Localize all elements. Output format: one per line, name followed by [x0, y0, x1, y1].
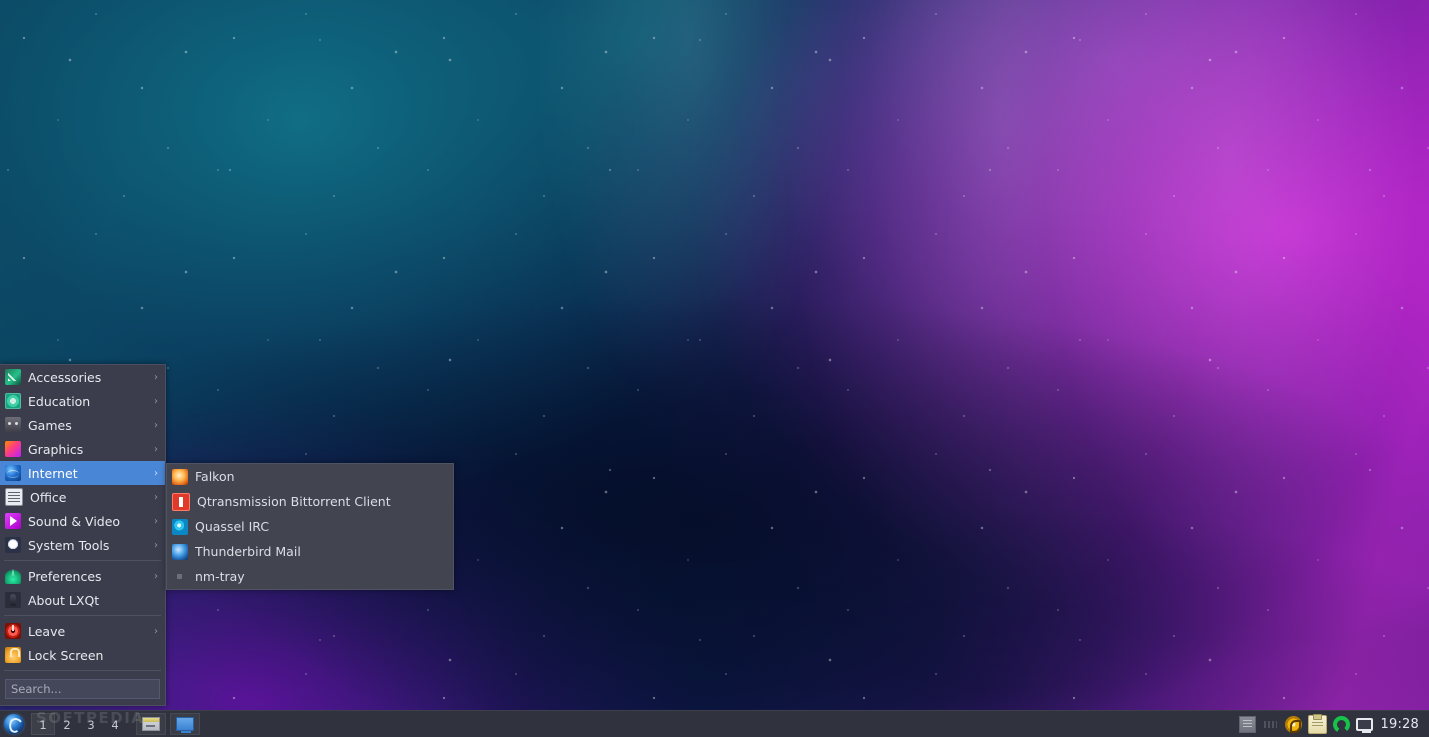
chevron-right-icon: ›	[154, 371, 158, 383]
menu-item-label: Lock Screen	[28, 647, 104, 663]
submenu-internet[interactable]: Falkon Qtransmission Bittorrent Client Qua…	[166, 463, 454, 590]
falkon-icon	[172, 468, 188, 485]
search-input[interactable]	[5, 679, 160, 699]
chevron-right-icon: ›	[154, 395, 158, 407]
menu-separator	[4, 560, 161, 561]
pager-desktop-3[interactable]: 3	[79, 713, 103, 735]
lock-screen-icon	[5, 647, 21, 663]
chevron-right-icon: ›	[154, 491, 158, 503]
menu-item-graphics[interactable]: Graphics ›	[0, 437, 165, 461]
preferences-icon	[5, 568, 21, 584]
education-icon	[5, 393, 21, 409]
thunderbird-icon	[172, 543, 188, 560]
menu-item-label: Office	[30, 489, 67, 505]
sound-video-icon	[5, 513, 21, 529]
menu-item-label: Games	[28, 417, 72, 433]
menu-item-about-lxqt[interactable]: About LXQt	[0, 588, 165, 612]
submenu-item-falkon[interactable]: Falkon	[167, 464, 453, 489]
clock[interactable]: 19:28	[1373, 717, 1425, 732]
clipman-icon[interactable]	[1284, 715, 1302, 733]
internet-icon	[5, 465, 21, 481]
menu-item-label: About LXQt	[28, 592, 100, 608]
submenu-item-label: nm-tray	[195, 569, 245, 584]
chevron-right-icon: ›	[154, 467, 158, 479]
menu-item-label: Leave	[28, 623, 66, 639]
wallpaper-stars-bright	[0, 0, 1429, 737]
chevron-right-icon: ›	[154, 539, 158, 551]
application-menu[interactable]: Accessories › Education › Games › Graphics › Int…	[0, 364, 166, 706]
submenu-item-qtransmission-bittorrent-client[interactable]: Qtransmission Bittorrent Client	[167, 489, 453, 514]
tray-faded-icon[interactable]	[1262, 716, 1279, 733]
chevron-right-icon: ›	[154, 625, 158, 637]
task-button-file-manager[interactable]	[136, 713, 166, 735]
graphics-icon	[5, 441, 21, 457]
file-manager-icon	[142, 717, 160, 731]
taskbar-panel: 1234 19:28	[0, 710, 1429, 737]
system-tray	[1238, 711, 1373, 737]
menu-separator	[4, 615, 161, 616]
lxqt-start-icon	[4, 714, 24, 734]
clipboard-icon[interactable]	[1307, 713, 1327, 734]
pager-desktop-1[interactable]: 1	[31, 713, 55, 735]
menu-item-label: Education	[28, 393, 91, 409]
display-monitor-icon[interactable]	[1355, 717, 1373, 733]
menu-item-system-tools[interactable]: System Tools ›	[0, 533, 165, 557]
about-lxqt-icon	[5, 592, 21, 608]
chevron-right-icon: ›	[154, 443, 158, 455]
submenu-item-label: Quassel IRC	[195, 519, 270, 534]
submenu-item-label: Thunderbird Mail	[195, 544, 301, 559]
system-tools-icon	[5, 537, 21, 553]
menu-item-label: Accessories	[28, 369, 102, 385]
quassel-icon	[172, 518, 188, 535]
submenu-item-label: Falkon	[195, 469, 235, 484]
menu-item-internet[interactable]: Internet ›	[0, 461, 165, 485]
submenu-item-thunderbird-mail[interactable]: Thunderbird Mail	[167, 539, 453, 564]
menu-item-education[interactable]: Education ›	[0, 389, 165, 413]
menu-item-games[interactable]: Games ›	[0, 413, 165, 437]
accessories-icon	[5, 369, 21, 385]
leave-icon	[5, 623, 21, 639]
screen-window-icon	[176, 717, 194, 733]
chevron-right-icon: ›	[154, 570, 158, 582]
submenu-item-label: Qtransmission Bittorrent Client	[197, 494, 391, 509]
pager-desktop-2[interactable]: 2	[55, 713, 79, 735]
pager-desktop-4[interactable]: 4	[103, 713, 127, 735]
task-bar-buttons	[136, 713, 200, 735]
desktop-pager[interactable]: 1234	[31, 713, 127, 735]
menu-item-sound-video[interactable]: Sound & Video ›	[0, 509, 165, 533]
chevron-right-icon: ›	[154, 419, 158, 431]
desktop-screen: Accessories › Education › Games › Graphics › Int…	[0, 0, 1429, 737]
menu-item-lock-screen[interactable]: Lock Screen	[0, 643, 165, 667]
update-manager-icon[interactable]	[1332, 715, 1350, 733]
office-icon	[5, 488, 23, 506]
panel-right-group: 19:28	[1238, 711, 1429, 737]
menu-item-office[interactable]: Office ›	[0, 485, 165, 509]
panel-left-group: 1234	[0, 711, 200, 737]
games-icon	[5, 417, 21, 433]
tray-unknown-icon[interactable]	[1238, 715, 1256, 733]
menu-item-label: Preferences	[28, 568, 102, 584]
menu-item-label: Sound & Video	[28, 513, 121, 529]
menu-item-leave[interactable]: Leave ›	[0, 619, 165, 643]
menu-search-area	[0, 674, 165, 705]
menu-item-label: System Tools	[28, 537, 110, 553]
qtransmission-icon	[172, 492, 190, 511]
menu-separator	[4, 670, 161, 671]
submenu-item-quassel-irc[interactable]: Quassel IRC	[167, 514, 453, 539]
menu-item-label: Internet	[28, 465, 78, 481]
submenu-item-nm-tray[interactable]: nm-tray	[167, 564, 453, 589]
menu-item-label: Graphics	[28, 441, 84, 457]
chevron-right-icon: ›	[154, 515, 158, 527]
nm-tray-icon	[172, 569, 188, 585]
menu-item-preferences[interactable]: Preferences ›	[0, 564, 165, 588]
task-button-screen-window[interactable]	[170, 713, 200, 735]
menu-item-accessories[interactable]: Accessories ›	[0, 365, 165, 389]
start-menu-button[interactable]	[0, 711, 28, 737]
